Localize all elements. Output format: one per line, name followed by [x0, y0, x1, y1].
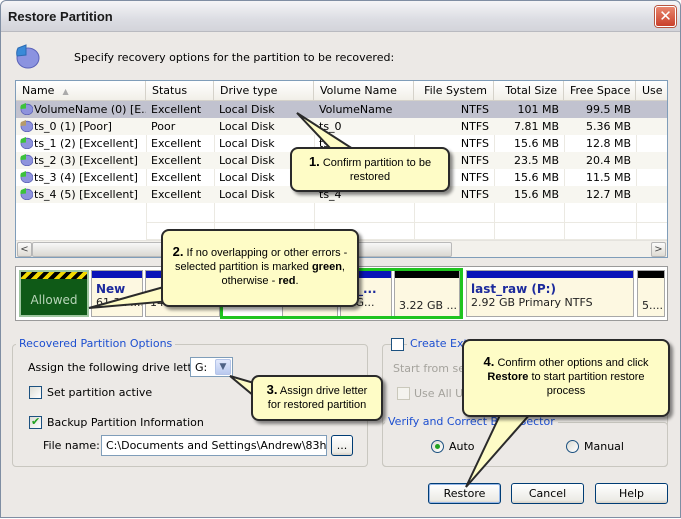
callout-3: 3. Assign drive letter for restored part… — [251, 375, 383, 421]
callout-2: 2. If no overlapping or other errors - s… — [161, 229, 359, 307]
callout-1: 1. Confirm partition to be restored — [290, 147, 450, 192]
callout-4: 4. Confirm other options and click Resto… — [462, 339, 670, 417]
callout-2-pointer — [88, 283, 172, 309]
callout-1-pointer — [296, 112, 357, 150]
callout-4-pointer — [465, 412, 534, 488]
restore-partition-dialog: Restore Partition ✕ Specify recovery opt… — [0, 0, 681, 518]
